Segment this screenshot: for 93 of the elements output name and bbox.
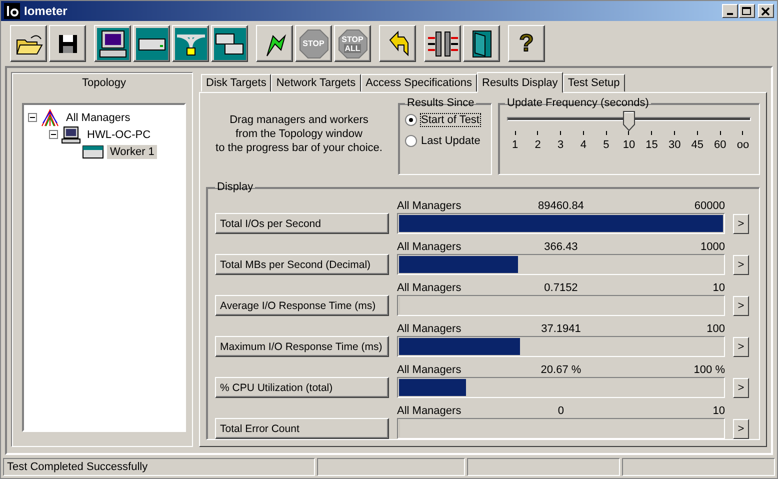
scale-max: 10 bbox=[712, 404, 725, 418]
start-tool-button[interactable] bbox=[256, 25, 293, 62]
metric-value: 20.67 % bbox=[540, 363, 582, 377]
disconnect-tool-button[interactable] bbox=[424, 25, 461, 62]
metric-button[interactable]: Total MBs per Second (Decimal) bbox=[215, 254, 389, 275]
tree-item[interactable]: All Managers bbox=[63, 110, 134, 124]
progress-bar[interactable] bbox=[397, 254, 725, 275]
expand-button[interactable]: > bbox=[733, 337, 749, 357]
tab[interactable]: Results Display bbox=[477, 72, 563, 93]
manager-label: All Managers bbox=[397, 404, 462, 418]
tick-label: 45 bbox=[691, 139, 704, 151]
expand-button[interactable]: > bbox=[733, 255, 749, 275]
status-text: Test Completed Successfully bbox=[3, 458, 315, 476]
metric-value: 0 bbox=[556, 404, 566, 418]
tick-label: 10 bbox=[622, 139, 636, 151]
computer-icon bbox=[96, 28, 128, 60]
open-tool-button[interactable] bbox=[10, 25, 47, 62]
computer-icon bbox=[61, 126, 81, 144]
progress-bar[interactable] bbox=[397, 377, 725, 398]
tick-label: 30 bbox=[668, 139, 681, 151]
tab[interactable]: Network Targets bbox=[271, 74, 361, 92]
metric-value: 0.7152 bbox=[543, 281, 579, 295]
exit-tool-button[interactable] bbox=[463, 25, 500, 62]
tab[interactable]: Test Setup bbox=[562, 74, 625, 92]
metric-button[interactable]: Total I/Os per Second bbox=[215, 213, 389, 234]
maximize-icon bbox=[742, 6, 752, 16]
expand-button[interactable]: > bbox=[733, 296, 749, 316]
expand-button[interactable]: > bbox=[733, 419, 749, 439]
tab[interactable]: Access Specifications bbox=[360, 74, 477, 92]
close-icon bbox=[761, 6, 771, 16]
tab[interactable]: Disk Targets bbox=[201, 74, 272, 92]
reset-tool-button[interactable] bbox=[379, 25, 416, 62]
manager-label: All Managers bbox=[397, 363, 462, 377]
tree-item[interactable]: HWL-OC-PC bbox=[84, 128, 154, 142]
copy-tool-button[interactable] bbox=[211, 25, 248, 62]
tree-item[interactable]: Worker 1 bbox=[107, 144, 158, 158]
help-tool-button[interactable]: ? bbox=[508, 25, 545, 62]
close-button[interactable] bbox=[758, 4, 774, 18]
group-title: Update Frequency (seconds) bbox=[506, 97, 650, 109]
minimize-icon bbox=[727, 13, 733, 16]
metric-button[interactable]: Maximum I/O Response Time (ms) bbox=[215, 336, 389, 357]
instructions-text: Drag managers and workers from the Topology window to the progress bar of your choice. bbox=[214, 113, 384, 156]
managers-icon bbox=[40, 108, 60, 126]
expand-button[interactable]: > bbox=[733, 214, 749, 234]
manager-tool-button[interactable] bbox=[94, 25, 131, 62]
scale-max: 1000 bbox=[700, 240, 725, 254]
radio-icon[interactable] bbox=[405, 114, 417, 126]
metric-value: 37.1941 bbox=[540, 322, 582, 336]
slider-thumb[interactable] bbox=[623, 111, 635, 131]
scale-max: 10 bbox=[712, 281, 725, 295]
collapse-toggle-icon[interactable] bbox=[28, 113, 37, 122]
group-title: Results Since bbox=[406, 97, 476, 109]
metric-button[interactable]: Total Error Count bbox=[215, 418, 389, 439]
radio-icon[interactable] bbox=[405, 134, 417, 146]
tick-label: 5 bbox=[603, 139, 610, 151]
radio-option[interactable]: Last Update bbox=[405, 130, 485, 151]
tick-label: 4 bbox=[580, 139, 586, 151]
tick-label: 3 bbox=[558, 139, 564, 151]
expand-button[interactable]: > bbox=[733, 378, 749, 398]
metric-value: 89460.84 bbox=[537, 199, 585, 213]
metric-button[interactable]: % CPU Utilization (total) bbox=[215, 377, 389, 398]
scale-max: 100 bbox=[706, 322, 725, 336]
stacked-drives-icon bbox=[214, 28, 246, 60]
radio-option[interactable]: Start of Test bbox=[405, 109, 485, 130]
maximize-button[interactable] bbox=[739, 4, 755, 18]
tick-label: 2 bbox=[534, 139, 541, 151]
tick-label: 60 bbox=[714, 139, 726, 151]
minimize-button[interactable] bbox=[722, 4, 738, 18]
app-logo-icon bbox=[4, 3, 20, 20]
manager-label: All Managers bbox=[397, 322, 462, 336]
progress-bar[interactable] bbox=[397, 336, 725, 357]
scale-max: 100 % bbox=[692, 363, 725, 377]
metric-button[interactable]: Average I/O Response Time (ms) bbox=[215, 295, 389, 316]
scale-max: 60000 bbox=[693, 199, 725, 213]
network-tool-button[interactable] bbox=[172, 25, 209, 62]
tick-label: 15 bbox=[646, 139, 658, 151]
collapse-toggle-icon[interactable] bbox=[49, 130, 58, 139]
group-title: Display bbox=[216, 181, 254, 193]
tick-label: 1 bbox=[512, 139, 518, 151]
tick-label: oo bbox=[736, 139, 750, 151]
save-tool-button[interactable] bbox=[49, 25, 86, 62]
disk-tool-button[interactable] bbox=[133, 25, 170, 62]
window-title: Iometer bbox=[24, 4, 68, 18]
manager-label: All Managers bbox=[397, 240, 462, 254]
manager-label: All Managers bbox=[397, 199, 462, 213]
topology-title: Topology bbox=[80, 77, 128, 91]
network-icon bbox=[174, 28, 206, 60]
worker-icon bbox=[82, 144, 104, 158]
frequency-slider[interactable] bbox=[507, 111, 751, 131]
disconnect-icon bbox=[426, 28, 460, 59]
disk-drive-icon bbox=[136, 28, 168, 60]
metric-value: 366.43 bbox=[543, 240, 579, 254]
manager-label: All Managers bbox=[397, 281, 462, 295]
